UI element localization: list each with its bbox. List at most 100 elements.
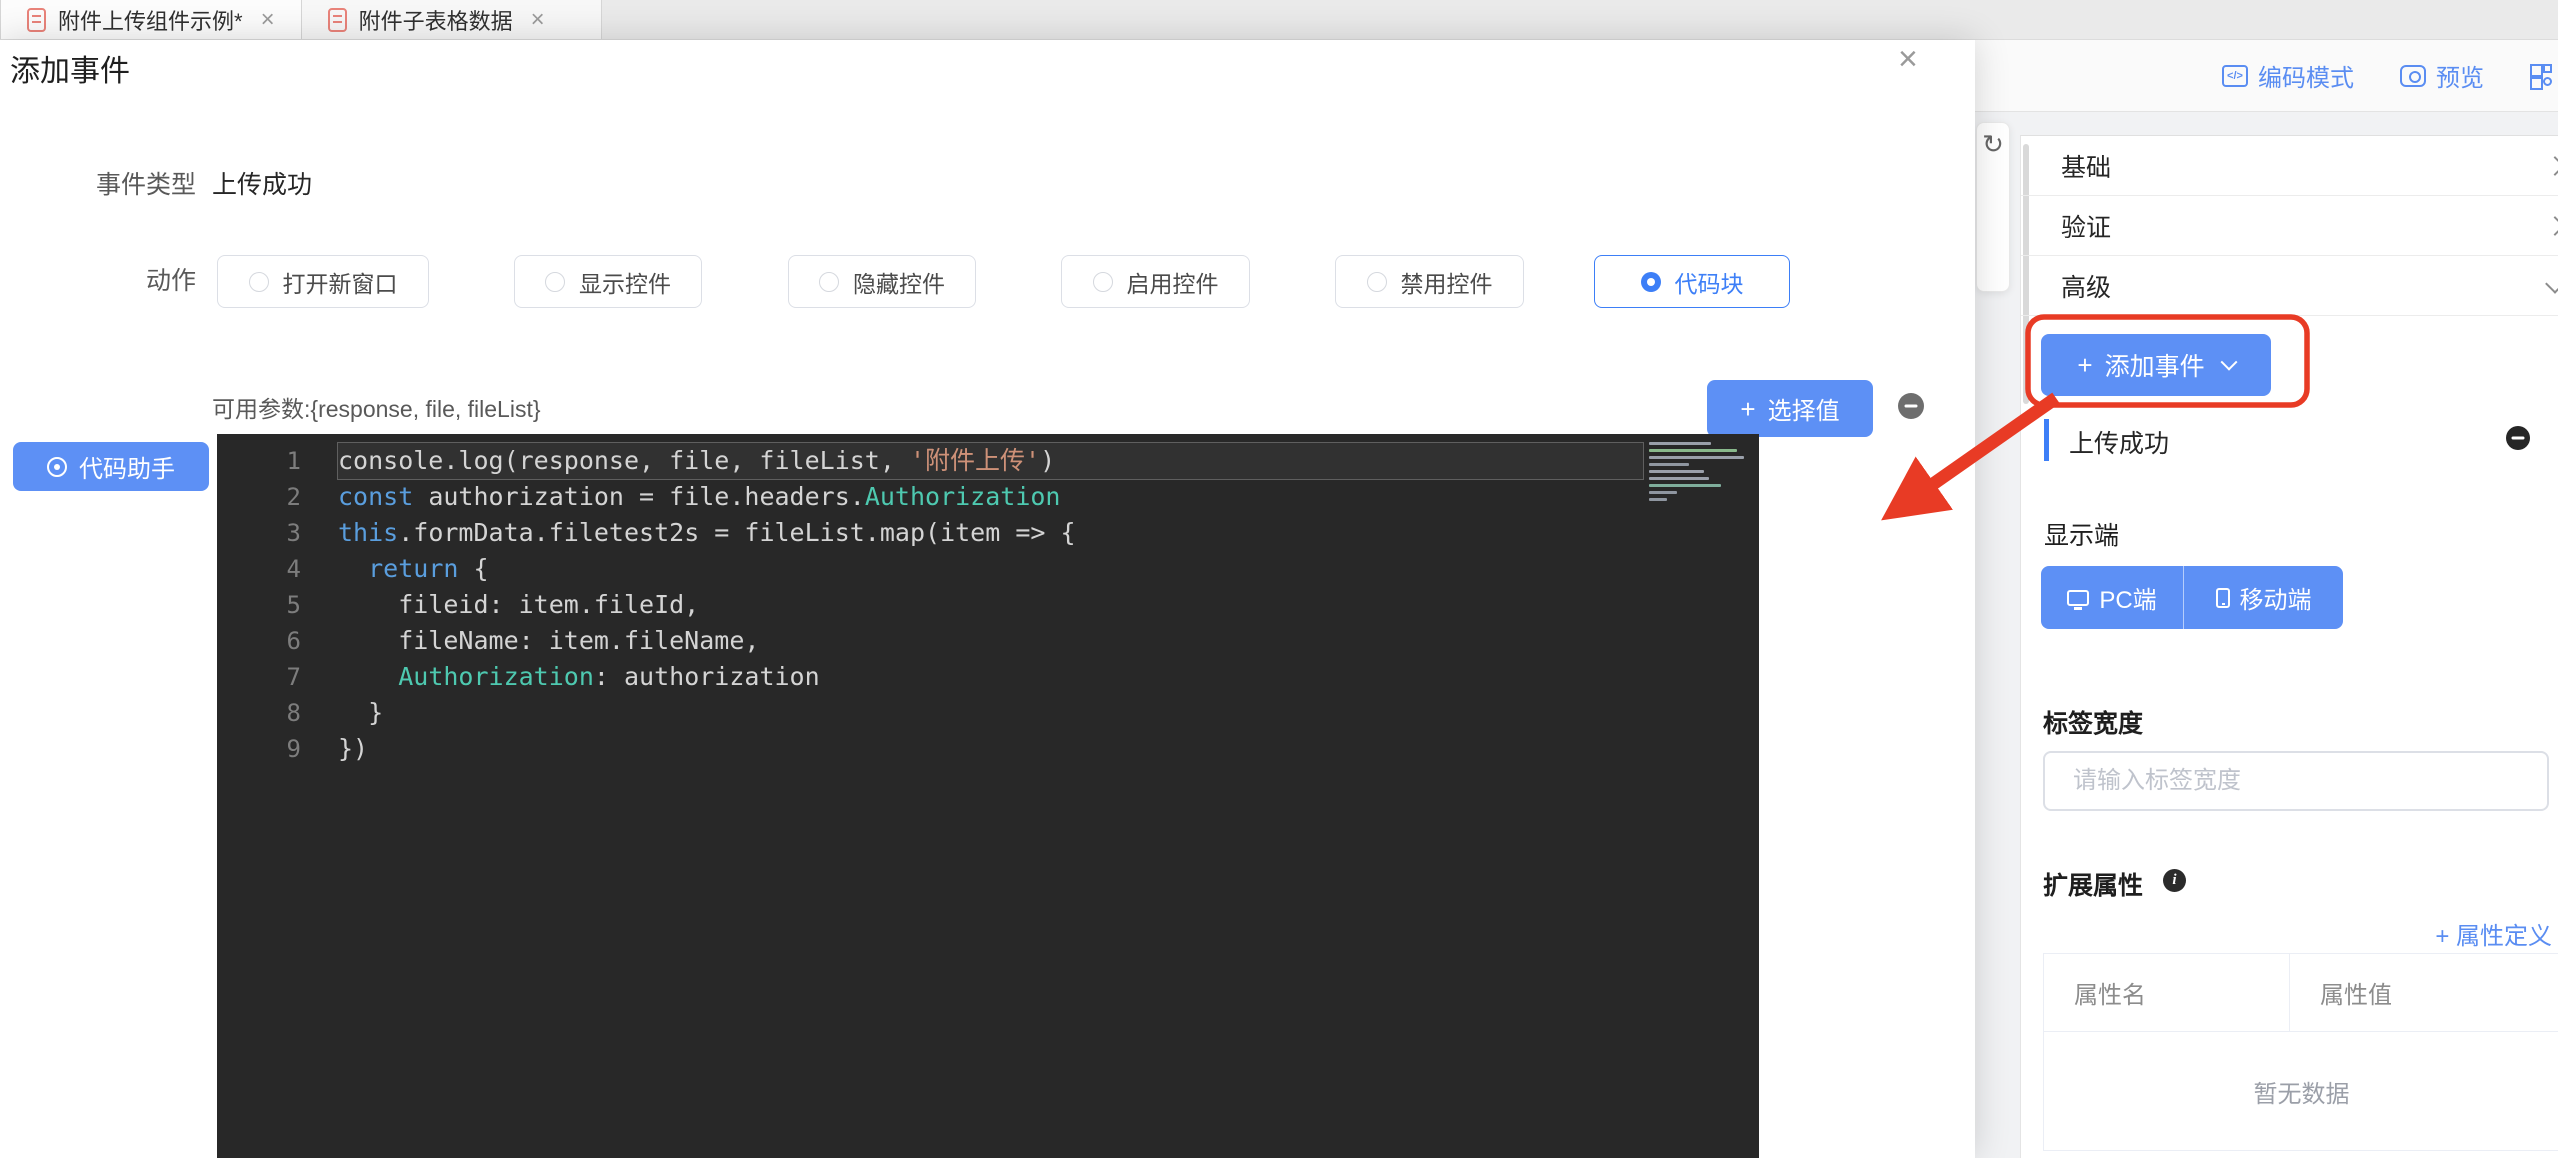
line-content: }: [338, 695, 1643, 731]
close-icon[interactable]: ×: [1898, 40, 1918, 79]
event-type-value: 上传成功: [212, 165, 312, 205]
code-line: 5 fileid: item.fileId,: [217, 587, 1759, 623]
add-event-button[interactable]: + 添加事件: [2041, 334, 2271, 396]
action-option-label: 禁用控件: [1401, 265, 1493, 299]
code-assistant-button[interactable]: 代码助手: [13, 442, 209, 491]
attrs-empty-text: 暂无数据: [2044, 1032, 2558, 1151]
action-option-1[interactable]: 显示控件: [514, 255, 702, 308]
code-lines: 1 console.log(response, file, fileList, '…: [217, 443, 1759, 767]
action-option-4[interactable]: 禁用控件: [1335, 255, 1524, 308]
chevron-right-icon: [2545, 216, 2558, 236]
line-content: const authorization = file.headers.Autho…: [338, 479, 1643, 515]
line-number: 4: [217, 555, 301, 583]
line-content: console.log(response, file, fileList, '附…: [338, 443, 1643, 479]
target-icon: [47, 457, 67, 477]
remove-action-button[interactable]: [1898, 393, 1924, 419]
line-number: 2: [217, 483, 301, 511]
code-editor[interactable]: 1 console.log(response, file, fileList, '…: [217, 434, 1759, 1158]
attr-define-link[interactable]: + 属性定义: [2435, 916, 2552, 951]
coding-mode-label: 编码模式: [2258, 58, 2354, 93]
file-tab-1[interactable]: 附件子表格数据 ×: [302, 0, 602, 39]
available-params-text: 可用参数:{response, file, fileList}: [212, 390, 541, 424]
line-number: 3: [217, 519, 301, 547]
code-line: 3this.formData.filetest2s = fileList.map…: [217, 515, 1759, 551]
tab-bar: 附件上传组件示例* × 附件子表格数据 ×: [0, 0, 2558, 40]
code-window-icon: </>: [2222, 65, 2248, 87]
radio-icon: [1367, 272, 1387, 292]
code-line: 9}): [217, 731, 1759, 767]
tab-close-icon[interactable]: ×: [261, 6, 275, 34]
event-item-accent-bar: [2044, 419, 2049, 461]
phone-icon: [2216, 588, 2230, 608]
code-line: 8 }: [217, 695, 1759, 731]
tab-label: 附件上传组件示例*: [58, 4, 243, 36]
display-button-pc[interactable]: PC端: [2041, 566, 2184, 629]
remove-event-button[interactable]: [2506, 426, 2530, 450]
code-line: 4 return {: [217, 551, 1759, 587]
display-button-label: 移动端: [2240, 580, 2312, 615]
display-button-label: PC端: [2099, 580, 2156, 615]
action-option-3[interactable]: 启用控件: [1061, 255, 1250, 308]
action-option-label: 隐藏控件: [853, 265, 945, 299]
action-option-label: 代码块: [1675, 265, 1744, 299]
document-icon: [328, 8, 347, 32]
plus-icon: +: [2077, 352, 2092, 378]
attrs-table-header-cell: 属性名: [2044, 954, 2290, 1031]
chevron-down-icon: [2220, 354, 2237, 371]
components-grid-icon[interactable]: [2530, 64, 2554, 88]
info-icon: i: [2163, 869, 2186, 892]
code-line: 6 fileName: item.fileName,: [217, 623, 1759, 659]
select-value-button[interactable]: + 选择值: [1707, 380, 1873, 437]
tab-close-icon[interactable]: ×: [531, 6, 545, 34]
line-number: 9: [217, 735, 301, 763]
attrs-table-header-cell: 属性值: [2290, 954, 2558, 1031]
extended-attrs-label: 扩展属性: [2043, 866, 2143, 902]
line-content: }): [338, 731, 1643, 767]
preview-button[interactable]: 预览: [2400, 58, 2484, 93]
label-width-input[interactable]: [2043, 751, 2549, 811]
section-label: 高级: [2061, 268, 2111, 304]
panel-sections: 基础验证高级: [2021, 136, 2558, 316]
coding-mode-button[interactable]: </> 编码模式: [2222, 58, 2354, 93]
file-tab-0[interactable]: 附件上传组件示例* ×: [0, 0, 302, 39]
action-option-0[interactable]: 打开新窗口: [217, 255, 429, 308]
line-number: 1: [217, 447, 301, 475]
line-number: 7: [217, 663, 301, 691]
line-content: return {: [338, 551, 1643, 587]
top-toolbar: </> 编码模式 预览: [1975, 40, 2558, 112]
add-event-modal: 添加事件 × 事件类型 上传成功 动作 打开新窗口显示控件隐藏控件启用控件禁用控…: [0, 40, 1975, 1158]
line-content: fileName: item.fileName,: [338, 623, 1643, 659]
event-item-upload-success[interactable]: 上传成功: [2069, 424, 2169, 460]
label-width-label: 标签宽度: [2043, 704, 2143, 740]
event-type-label: 事件类型: [0, 165, 196, 205]
radio-icon: [1093, 272, 1113, 292]
section-label: 基础: [2061, 148, 2111, 184]
refresh-icon[interactable]: ↻: [1982, 129, 2004, 291]
tab-label: 附件子表格数据: [359, 4, 513, 36]
chevron-right-icon: [2545, 156, 2558, 176]
line-number: 6: [217, 627, 301, 655]
add-event-label: 添加事件: [2105, 347, 2205, 383]
properties-panel: 基础验证高级 + 添加事件 上传成功 显示端 PC端移动端 标签宽度 扩展属性 …: [2020, 135, 2558, 1158]
modal-title: 添加事件: [10, 46, 130, 90]
code-line: 2 const authorization = file.headers.Auth…: [217, 479, 1759, 515]
action-option-label: 显示控件: [579, 265, 671, 299]
display-button-mobile[interactable]: 移动端: [2184, 566, 2343, 629]
chevron-down-icon: [2545, 274, 2558, 294]
eye-icon: [2400, 65, 2426, 87]
panel-section-1[interactable]: 验证: [2021, 196, 2558, 256]
code-assistant-label: 代码助手: [79, 449, 175, 484]
code-line: 1 console.log(response, file, fileList, '…: [217, 443, 1759, 479]
action-option-5[interactable]: 代码块: [1594, 255, 1790, 308]
radio-selected-icon: [1641, 272, 1661, 292]
action-option-label: 打开新窗口: [283, 265, 398, 299]
action-option-2[interactable]: 隐藏控件: [788, 255, 976, 308]
panel-section-0[interactable]: 基础: [2021, 136, 2558, 196]
display-target-toggle: PC端 移动端: [2041, 566, 2343, 629]
action-options-row: 打开新窗口 显示控件 隐藏控件 启用控件 禁用控件 代码块: [0, 255, 1975, 308]
line-number: 8: [217, 699, 301, 727]
document-icon: [27, 8, 46, 32]
panel-section-2[interactable]: 高级: [2021, 256, 2558, 316]
attrs-table: 属性名属性值 暂无数据: [2043, 953, 2558, 1151]
plus-icon: +: [1740, 396, 1755, 422]
